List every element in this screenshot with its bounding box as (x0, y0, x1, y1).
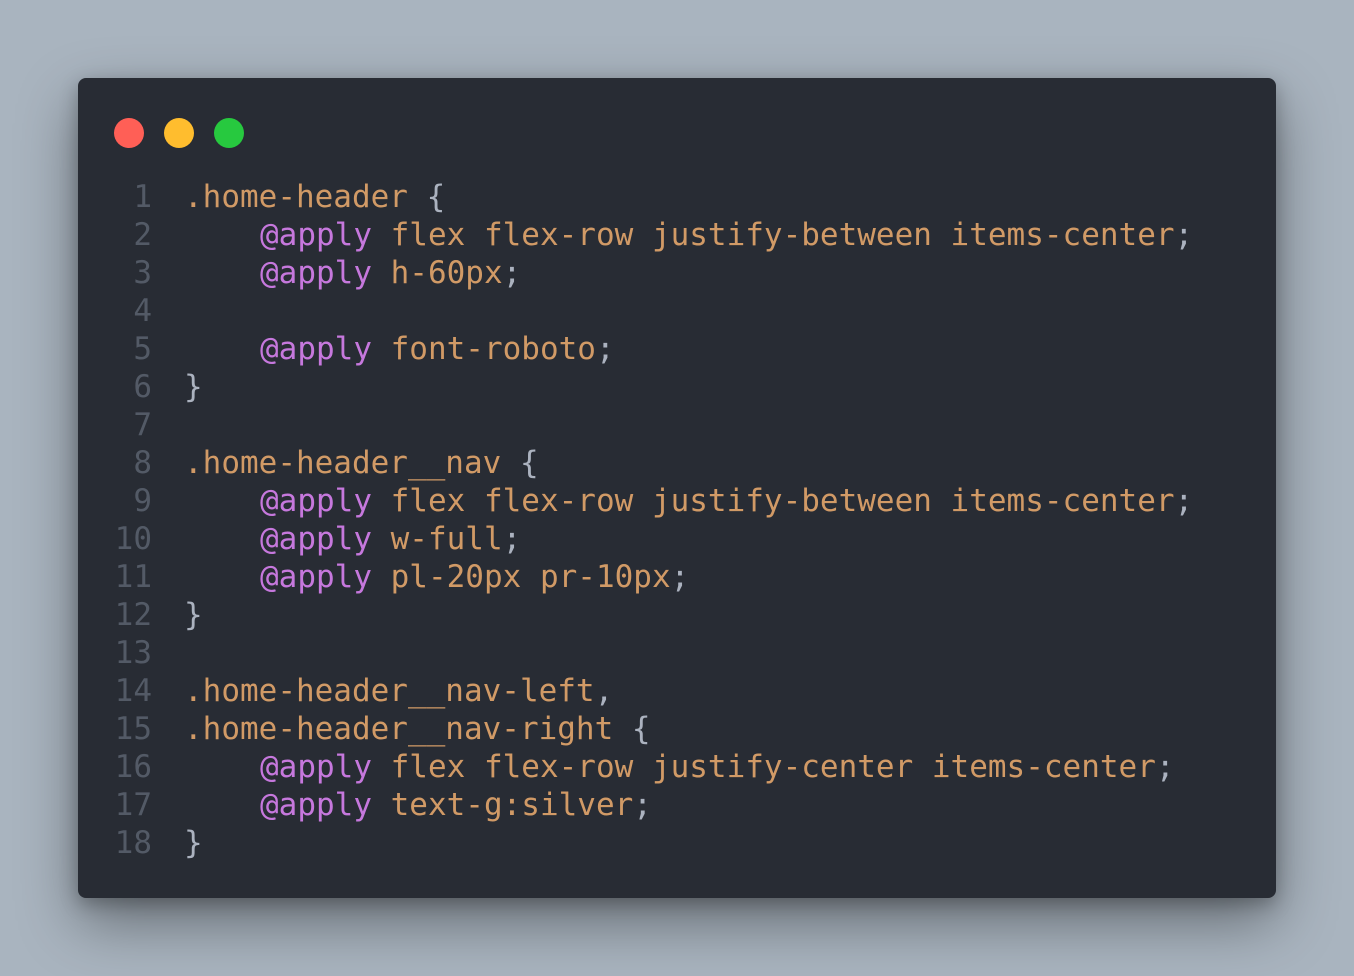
punctuation-token: ; (595, 331, 615, 367)
code-line: 4 (78, 292, 1276, 330)
code-line: 6} (78, 368, 1276, 406)
selector-token: .home-header (184, 179, 408, 215)
line-number: 7 (133, 407, 152, 443)
code-text: @apply text-g:silver; (184, 786, 652, 824)
code-window: 1 .home-header {2 @apply flex flex-row jus… (78, 78, 1276, 898)
code-line: 1 .home-header { (78, 178, 1276, 216)
value-token: flex flex-row justify-between items-cent… (371, 483, 1175, 519)
code-line: 15 .home-header__nav-right { (78, 710, 1276, 748)
keyword-token: @apply (260, 331, 372, 367)
code-line: 14 .home-header__nav-left, (78, 672, 1276, 710)
punctuation-token: ; (670, 559, 690, 595)
line-number: 3 (133, 255, 152, 291)
line-number: 17 (114, 787, 152, 823)
line-number: 14 (114, 673, 152, 709)
code-text: } (184, 368, 203, 406)
code-text: @apply w-full; (184, 520, 521, 558)
line-number: 11 (114, 559, 152, 595)
value-token: w-full (371, 521, 503, 557)
value-token: flex flex-row justify-between items-cent… (371, 217, 1175, 253)
code-line: 16 @apply flex flex-row justify-center it… (78, 748, 1276, 786)
window-controls (114, 118, 244, 148)
punctuation-token: ; (1155, 749, 1175, 785)
line-number: 1 (133, 179, 152, 215)
code-text: .home-header__nav { (184, 444, 539, 482)
punctuation-token: ; (502, 521, 522, 557)
code-line: 5 @apply font-roboto; (78, 330, 1276, 368)
code-text: @apply h-60px; (184, 254, 521, 292)
keyword-token: @apply (260, 559, 372, 595)
line-number: 8 (133, 445, 152, 481)
line-number: 12 (114, 597, 152, 633)
line-number: 13 (114, 635, 152, 671)
line-number: 2 (133, 217, 152, 253)
minimize-dot-icon[interactable] (164, 118, 194, 148)
code-text: @apply flex flex-row justify-center item… (184, 748, 1175, 786)
code-text: .home-header__nav-right { (184, 710, 651, 748)
punctuation-token: ; (633, 787, 652, 823)
line-number: 16 (114, 749, 152, 785)
close-dot-icon[interactable] (114, 118, 144, 148)
code-line: 2 @apply flex flex-row justify-between it… (78, 216, 1276, 254)
value-token: pl-20px pr-10px (371, 559, 671, 595)
code-text: } (184, 824, 203, 862)
code-text: @apply pl-20px pr-10px; (184, 558, 689, 596)
line-number: 5 (133, 331, 152, 367)
code-line: 13 (78, 634, 1276, 672)
keyword-token: @apply (260, 255, 372, 291)
selector-token: .home-header__nav (184, 445, 502, 481)
line-number: 10 (114, 521, 152, 557)
punctuation-token: { (407, 179, 446, 215)
code-line: 10 @apply w-full; (78, 520, 1276, 558)
code-text: @apply flex flex-row justify-between ite… (184, 216, 1193, 254)
punctuation-token: } (184, 825, 203, 861)
punctuation-token: , (594, 673, 614, 709)
value-token: flex flex-row justify-center items-cente… (371, 749, 1156, 785)
code-line: 18} (78, 824, 1276, 862)
code-text: .home-header { (184, 178, 445, 216)
punctuation-token: } (184, 597, 203, 633)
code-text: @apply flex flex-row justify-between ite… (184, 482, 1193, 520)
line-number: 4 (133, 293, 152, 329)
punctuation-token: ; (502, 255, 522, 291)
code-block: 1 .home-header {2 @apply flex flex-row jus… (78, 178, 1276, 862)
code-text: .home-header__nav-left, (184, 672, 613, 710)
punctuation-token: ; (1174, 483, 1194, 519)
code-text: @apply font-roboto; (184, 330, 615, 368)
keyword-token: @apply (260, 787, 372, 823)
selector-token: .home-header__nav-left (184, 673, 595, 709)
punctuation-token: } (184, 369, 203, 405)
code-line: 17 @apply text-g:silver; (78, 786, 1276, 824)
code-text: } (184, 596, 203, 634)
selector-token: .home-header__nav-right (184, 711, 614, 747)
value-token: font-roboto (371, 331, 596, 367)
line-number: 6 (133, 369, 152, 405)
value-token: h-60px (371, 255, 503, 291)
keyword-token: @apply (260, 217, 372, 253)
keyword-token: @apply (260, 749, 372, 785)
code-line: 12} (78, 596, 1276, 634)
value-token: text-g:silver (371, 787, 634, 823)
punctuation-token: { (501, 445, 539, 481)
line-number: 15 (114, 711, 152, 747)
code-line: 3 @apply h-60px; (78, 254, 1276, 292)
line-number: 9 (133, 483, 152, 519)
code-line: 8 .home-header__nav { (78, 444, 1276, 482)
code-line: 11 @apply pl-20px pr-10px; (78, 558, 1276, 596)
code-line: 7 (78, 406, 1276, 444)
line-number: 18 (114, 825, 152, 861)
keyword-token: @apply (260, 521, 372, 557)
punctuation-token: { (613, 711, 651, 747)
punctuation-token: ; (1174, 217, 1194, 253)
code-line: 9 @apply flex flex-row justify-between it… (78, 482, 1276, 520)
keyword-token: @apply (260, 483, 372, 519)
maximize-dot-icon[interactable] (214, 118, 244, 148)
